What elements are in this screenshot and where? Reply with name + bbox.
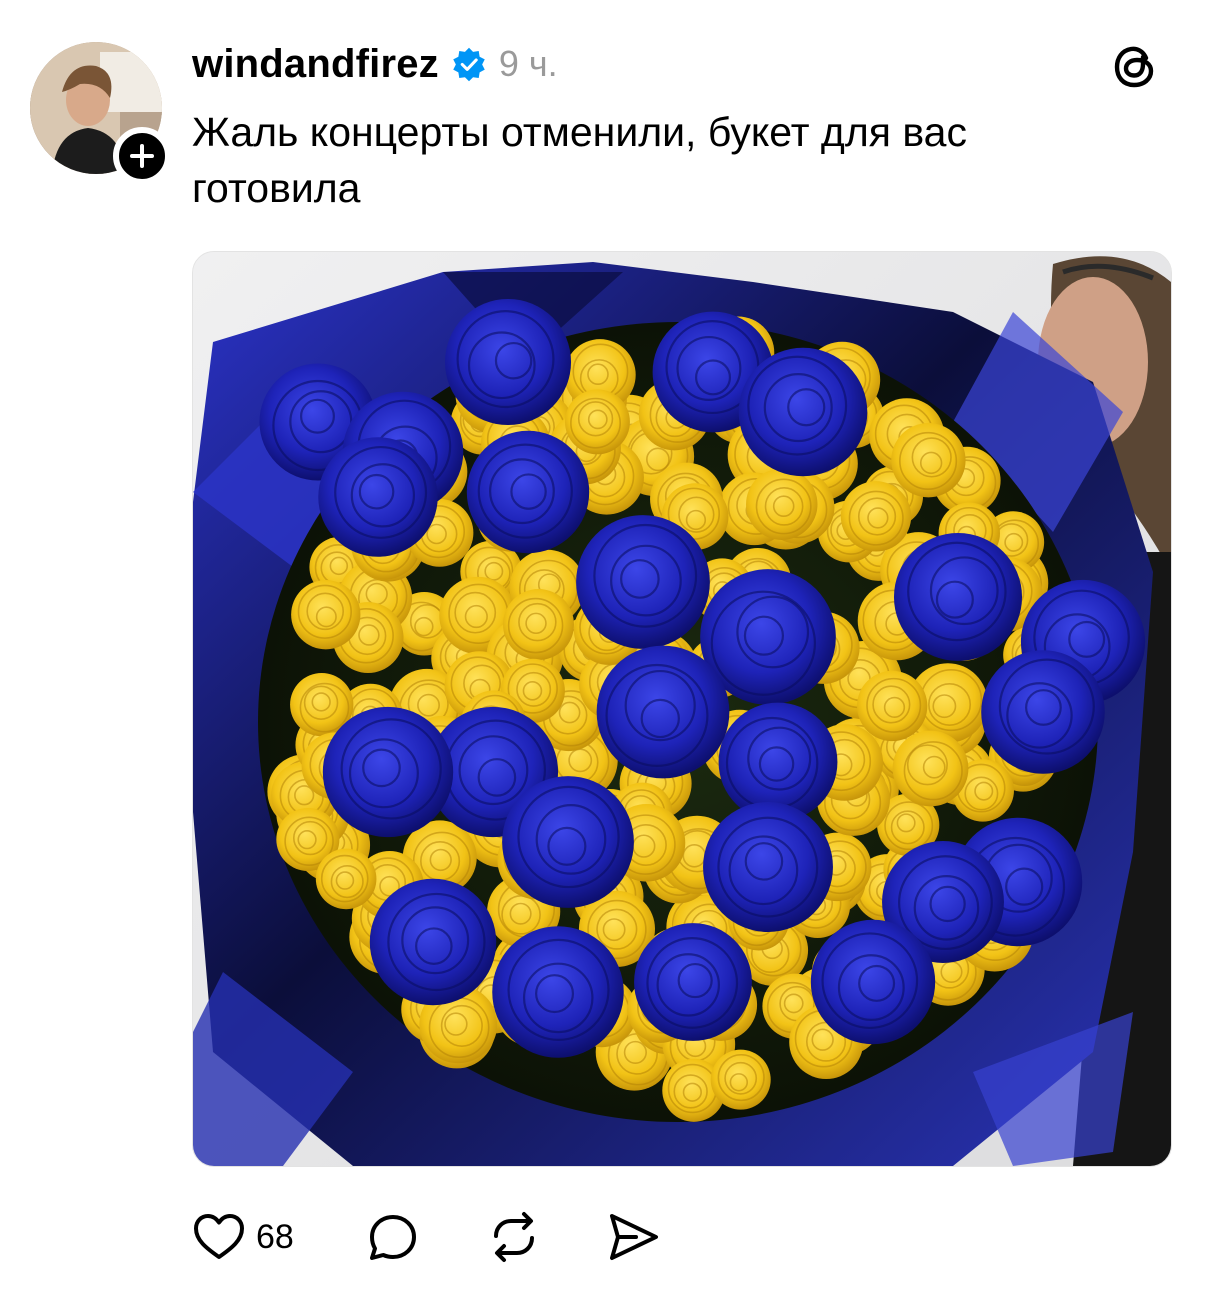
comment-button[interactable] [366, 1210, 420, 1264]
post-image[interactable] [192, 251, 1172, 1167]
comment-bubble-icon [369, 1215, 416, 1260]
repost-button[interactable] [486, 1210, 542, 1264]
post-actions: 68 [192, 1206, 662, 1268]
threads-logo-icon[interactable] [1110, 40, 1162, 92]
post-header: windandfirez 9 ч. [192, 38, 558, 90]
heart-icon [194, 1214, 244, 1259]
username[interactable]: windandfirez [192, 42, 439, 87]
send-icon [609, 1214, 658, 1260]
like-button[interactable]: 68 [192, 1212, 294, 1262]
repost-icon [493, 1212, 534, 1262]
verified-badge-icon [453, 47, 485, 82]
like-count: 68 [256, 1217, 294, 1256]
bouquet-photo [193, 252, 1171, 1166]
follow-button[interactable] [113, 127, 171, 185]
plus-icon [130, 144, 154, 168]
post-timestamp: 9 ч. [498, 43, 558, 84]
share-button[interactable] [606, 1210, 662, 1264]
post-caption: Жаль концерты отменили, букет для вас го… [192, 109, 967, 211]
